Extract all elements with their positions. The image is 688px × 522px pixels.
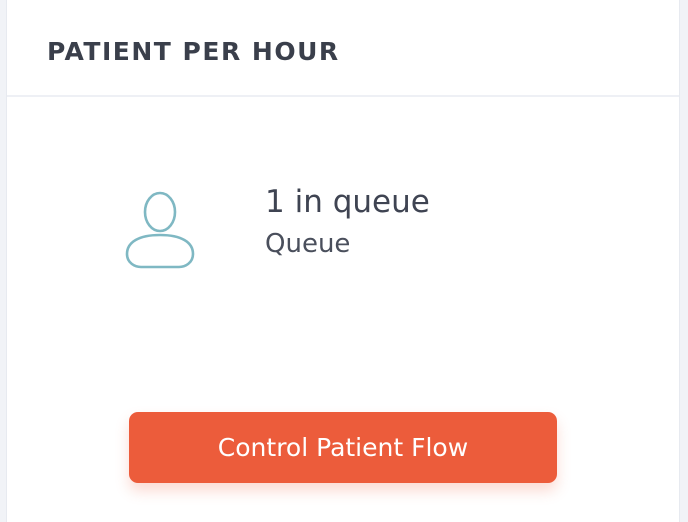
card-header: PATIENT PER HOUR (7, 0, 679, 97)
patients-per-hour-card: PATIENT PER HOUR 1 in queue Queue Contro… (6, 0, 680, 522)
queue-label: Queue (265, 229, 351, 259)
control-patient-flow-button[interactable]: Control Patient Flow (129, 412, 557, 483)
card-title: PATIENT PER HOUR (47, 37, 340, 66)
queue-stat: 1 in queue Queue (265, 182, 430, 260)
user-icon (125, 191, 195, 269)
queue-count: 1 in queue (265, 184, 430, 220)
